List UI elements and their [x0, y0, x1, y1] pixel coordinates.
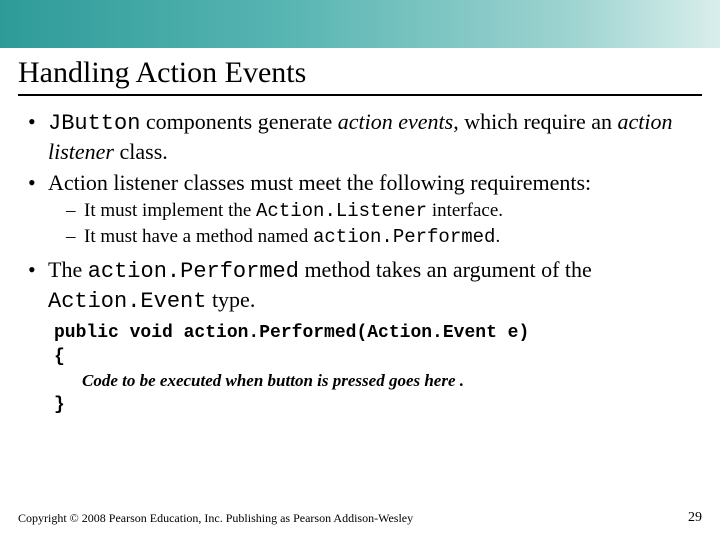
italic-action-events: action events — [338, 109, 453, 134]
text: Action listener classes must meet the fo… — [48, 170, 591, 195]
code-actionevent: Action.Event — [48, 289, 206, 314]
text: , which require an — [453, 109, 617, 134]
bullet-3: The action.Performed method takes an arg… — [28, 256, 692, 315]
bullet-1: JButton components generate action event… — [28, 108, 692, 165]
sub-bullet-1: It must implement the Action.Listener in… — [66, 199, 692, 224]
code-actionlistener: Action.Listener — [256, 200, 427, 222]
text: . — [495, 226, 500, 247]
text: It must implement the — [84, 200, 256, 221]
slide-title: Handling Action Events — [18, 56, 702, 90]
text: type. — [206, 287, 255, 312]
bullet-list: JButton components generate action event… — [28, 108, 692, 315]
code-actionperformed: action.Performed — [313, 226, 495, 248]
text: class. — [114, 139, 168, 164]
title-wrap: Handling Action Events — [18, 56, 702, 96]
bullet-2: Action listener classes must meet the fo… — [28, 169, 692, 250]
footer: Copyright © 2008 Pearson Education, Inc.… — [18, 510, 702, 526]
text: components generate — [140, 109, 337, 134]
text: The — [48, 257, 88, 282]
slide-content: JButton components generate action event… — [0, 108, 720, 417]
page-number: 29 — [688, 510, 702, 526]
copyright-text: Copyright © 2008 Pearson Education, Inc.… — [18, 511, 413, 526]
code-comment: Code to be executed when button is press… — [54, 370, 692, 393]
text: method takes an argument of the — [299, 257, 592, 282]
sub-bullet-2: It must have a method named action.Perfo… — [66, 225, 692, 250]
code-line-1: public void action.Performed(Action.Even… — [54, 321, 692, 345]
code-block: public void action.Performed(Action.Even… — [54, 321, 692, 417]
code-actionperformed-2: action.Performed — [88, 259, 299, 284]
text: It must have a method named — [84, 226, 313, 247]
code-line-3: } — [54, 393, 692, 417]
sub-bullet-list: It must implement the Action.Listener in… — [66, 199, 692, 251]
header-band — [0, 0, 720, 48]
code-jbutton: JButton — [48, 111, 140, 136]
code-line-2: { — [54, 345, 692, 369]
text: interface. — [427, 200, 503, 221]
